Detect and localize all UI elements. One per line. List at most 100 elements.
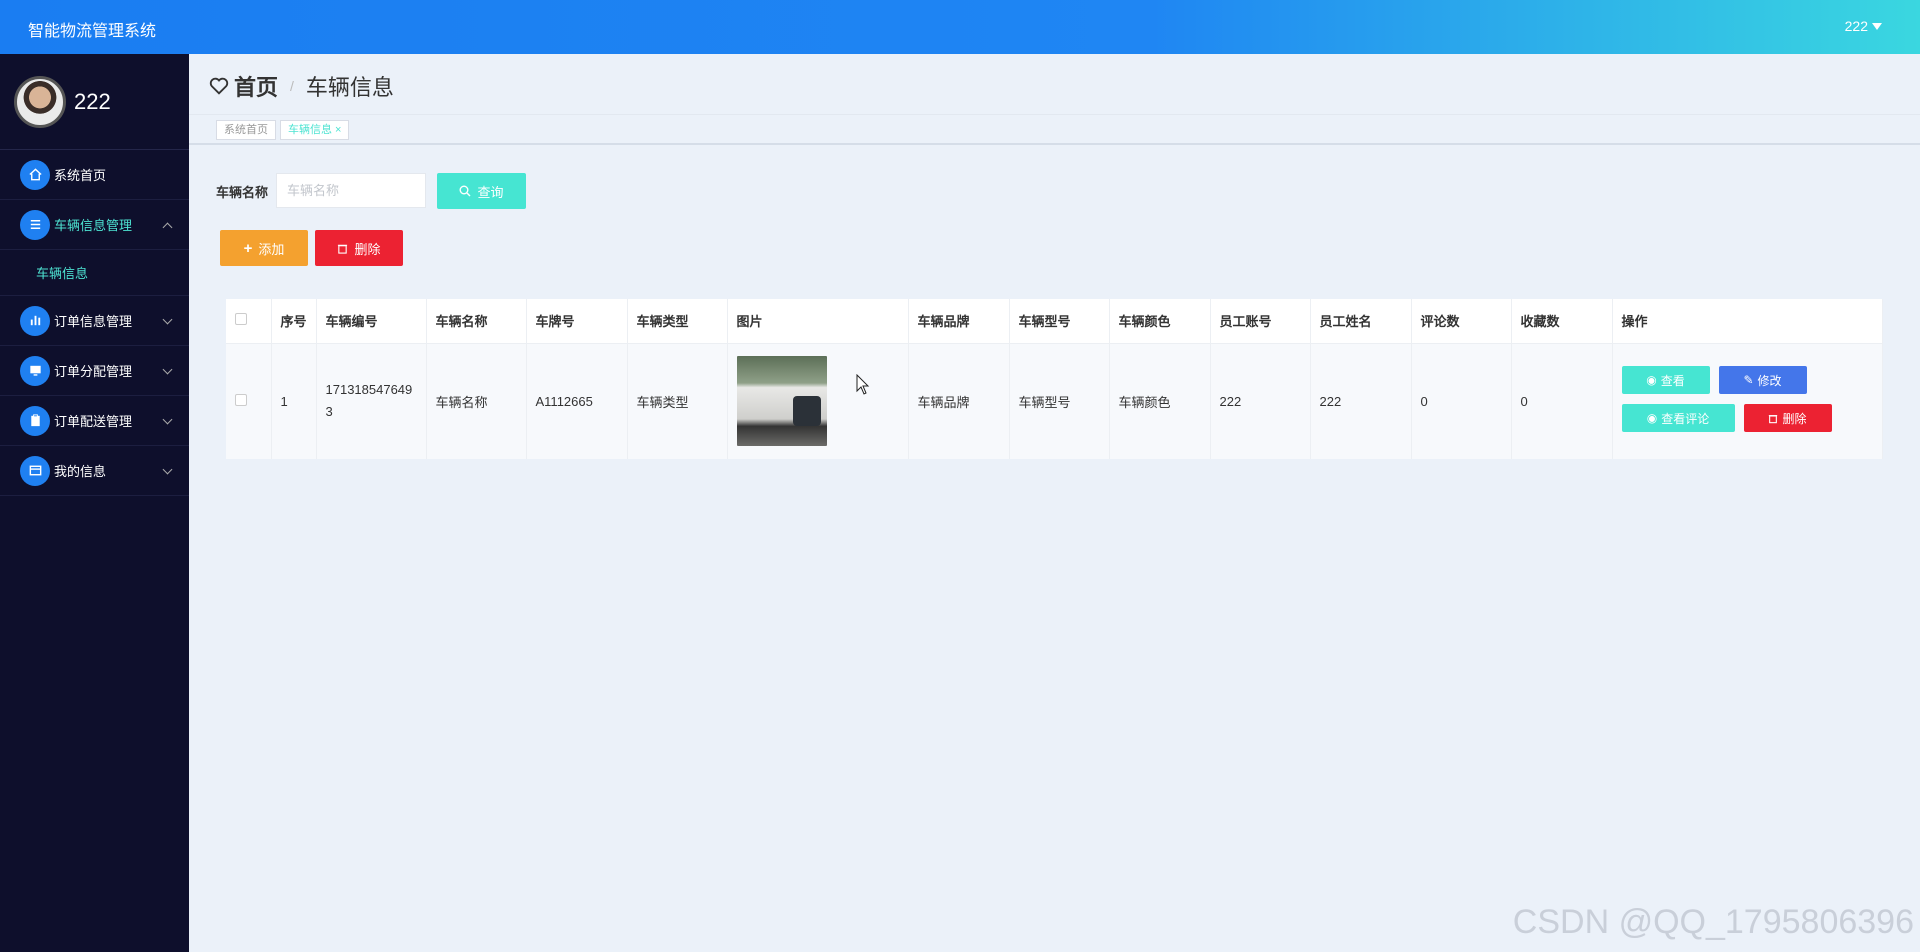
column-header: 车牌号 [526,299,628,344]
chevron-down-icon [162,414,173,425]
sidebar-item-order-info[interactable]: 订单信息管理 [0,296,189,346]
add-button[interactable]: + 添加 [220,230,308,266]
edit-button-label: 修改 [1757,373,1782,388]
select-all-checkbox[interactable] [235,313,247,326]
tab-home[interactable]: 系统首页 [216,120,276,140]
chevron-up-icon [162,222,173,233]
caret-down-icon [1872,22,1882,30]
eye-icon: ◉ [1646,373,1657,388]
sidebar-item-label: 系统首页 [54,168,107,183]
cell-favorites: 0 [1511,343,1613,459]
bar-chart-icon [20,305,50,336]
cell-staff-account: 222 [1210,343,1311,459]
clipboard-icon [20,405,50,436]
view-button[interactable]: ◉ 查看 [1621,366,1710,395]
cell-model: 车辆型号 [1009,343,1110,459]
sidebar-item-label: 订单配送管理 [54,414,133,429]
vehicle-no-text: 1713185476493 [325,382,413,420]
column-header: 车辆类型 [627,299,728,344]
select-all-cell [226,299,272,344]
search-label: 车辆名称 [216,185,269,200]
breadcrumb-separator: / [290,78,294,94]
mouse-cursor-icon [856,374,870,395]
tab-label: 系统首页 [224,124,268,136]
view-button-label: 查看 [1660,373,1685,388]
column-header: 车辆名称 [426,299,527,344]
batch-delete-button-label: 删除 [354,241,381,257]
row-checkbox[interactable] [235,393,247,406]
sidebar-item-label: 车辆信息管理 [54,218,133,233]
app-title: 智能物流管理系统 [28,23,157,40]
sidebar-item-vehicle-management[interactable]: 车辆信息管理 [0,200,189,250]
column-header: 车辆品牌 [908,299,1010,344]
breadcrumb-home[interactable]: 首页 [234,70,278,102]
sidebar: 222 系统首页 车辆信息管理 车辆信息 订单信息管理 订单分配管理 订单配送管… [0,54,189,952]
search-icon [459,185,471,197]
list-icon [20,209,50,240]
column-header: 员工账号 [1210,299,1311,344]
cell-comments: 0 [1411,343,1512,459]
breadcrumb-current: 车辆信息 [305,75,394,100]
column-header: 车辆编号 [316,299,427,344]
sidebar-item-label: 订单分配管理 [54,364,133,379]
user-menu[interactable]: 222 [1845,18,1882,34]
sidebar-item-label: 我的信息 [54,464,107,479]
vehicle-thumbnail[interactable] [736,356,827,447]
sidebar-item-home[interactable]: 系统首页 [0,150,189,200]
breadcrumb: 首页 / 车辆信息 [208,70,394,102]
query-button-label: 查询 [477,184,504,200]
pencil-icon: ✎ [1743,373,1754,388]
sidebar-item-label: 订单信息管理 [54,314,133,329]
profile: 222 [0,54,189,150]
view-comments-button[interactable]: ◉ 查看评论 [1621,404,1735,433]
profile-name: 222 [74,88,111,114]
avatar [14,75,66,128]
home-icon [20,159,50,190]
column-header: 车辆颜色 [1109,299,1211,344]
cell-type: 车辆类型 [627,343,728,459]
monitor-icon [20,355,50,386]
sidebar-item-order-assignment[interactable]: 订单分配管理 [0,346,189,396]
delete-button-label: 删除 [1782,411,1807,426]
column-header: 员工姓名 [1310,299,1412,344]
view-comments-button-label: 查看评论 [1661,411,1710,426]
column-header: 评论数 [1411,299,1512,344]
cell-color: 车辆颜色 [1109,343,1211,459]
close-icon[interactable]: × [332,124,341,136]
edit-button[interactable]: ✎ 修改 [1718,366,1807,395]
batch-delete-button[interactable]: 删除 [315,230,403,266]
trash-icon [338,244,348,254]
tab-vehicle-info[interactable]: 车辆信息 × [280,120,350,140]
column-header: 操作 [1612,299,1883,344]
tabs-bar: 系统首页 车辆信息 × [189,114,1920,145]
table-header-row: 序号 车辆编号 车辆名称 车牌号 车辆类型 图片 车辆品牌 车辆型号 车辆颜色 … [226,299,1883,344]
chevron-down-icon [162,314,173,325]
sidebar-subitem-vehicle-info[interactable]: 车辆信息 [0,250,189,296]
chevron-down-icon [162,464,173,475]
column-header: 图片 [727,299,909,344]
card-icon [20,455,50,486]
eye-icon: ◉ [1646,411,1658,426]
query-button[interactable]: 查询 [437,173,526,209]
tab-label: 车辆信息 [288,124,332,136]
column-header: 车辆型号 [1009,299,1110,344]
cell-index: 1 [271,343,317,459]
delete-button[interactable]: 删除 [1743,404,1832,433]
watermark: CSDN @QQ_1795806396 [1512,903,1914,941]
cell-image [727,343,909,459]
column-header: 收藏数 [1511,299,1613,344]
row-actions: ◉ 查看 ✎ 修改 ◉ 查看评论 删除 [1621,366,1883,436]
top-bar: 智能物流管理系统 222 [0,0,1920,54]
sidebar-item-my-info[interactable]: 我的信息 [0,446,189,496]
cell-brand: 车辆品牌 [908,343,1010,459]
search-input[interactable] [276,173,426,208]
user-menu-label: 222 [1844,18,1868,34]
plus-icon: + [243,239,253,257]
cell-name: 车辆名称 [426,343,527,459]
sidebar-item-order-delivery[interactable]: 订单配送管理 [0,396,189,446]
chevron-down-icon [162,364,173,375]
trash-icon [1769,414,1778,423]
row-select-cell [226,343,272,459]
add-button-label: 添加 [258,241,285,257]
column-header: 序号 [271,299,317,344]
